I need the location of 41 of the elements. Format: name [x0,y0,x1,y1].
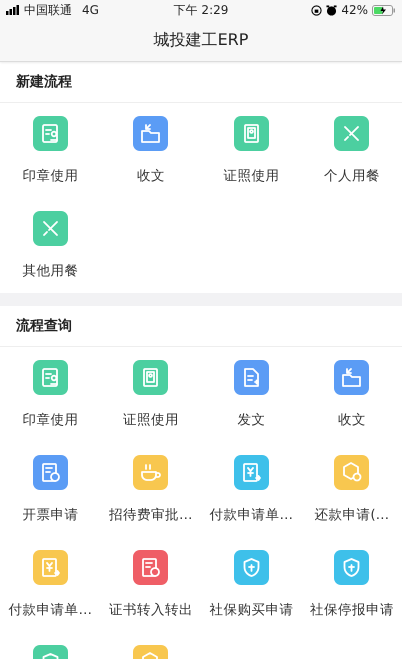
menu-label[interactable]: 发文 [237,411,266,429]
menu-label[interactable]: 收文 [136,167,165,185]
payment-document-icon[interactable] [32,550,68,585]
folder-icon[interactable] [133,116,168,151]
menu-label[interactable]: 招待费审批… [109,506,192,524]
app-title: 城投建工ERP [154,30,248,51]
seal-document-icon[interactable] [32,116,68,151]
carrier-name: 中国联通 [24,2,72,18]
network-type: 4G [82,3,99,17]
menu-label[interactable]: 付款申请单… [210,506,293,524]
document-icon[interactable] [234,360,269,395]
battery-icon [372,4,396,16]
menu-label[interactable]: 个人用餐 [324,167,380,185]
menu-label[interactable]: 社保停报申请 [310,601,394,619]
menu-label[interactable]: 证书转入转出 [108,601,193,619]
document-icon[interactable] [32,455,68,490]
menu-label[interactable]: 收文 [338,411,366,429]
menu-label[interactable]: 付款申请单… [8,601,92,619]
folder-icon[interactable] [334,360,370,395]
cup-icon[interactable] [133,455,168,490]
status-time: 下午 2:29 [174,2,228,18]
document-icon[interactable] [133,550,168,585]
menu-label[interactable]: 还款申请(… [314,506,390,524]
menu-label[interactable]: 社保购买申请 [209,601,294,619]
id-card-icon[interactable] [133,360,168,395]
menu-label[interactable]: 证照使用 [122,411,179,429]
section-title: 流程查询 [16,317,72,335]
signal-icon [6,5,20,15]
id-card-icon[interactable] [234,116,269,151]
shield-icon[interactable] [234,550,269,585]
shield-icon[interactable] [334,550,370,585]
section-title: 新建流程 [16,73,72,91]
menu-label[interactable]: 开票申请 [22,506,78,524]
menu-label[interactable]: 印章使用 [22,411,78,429]
menu-label[interactable]: 证照使用 [223,167,280,185]
menu-label[interactable]: 其他用餐 [22,262,78,280]
menu-label[interactable]: 印章使用 [22,167,78,185]
seal-document-icon[interactable] [32,360,68,395]
alarm-icon [326,4,338,16]
payment-document-icon[interactable] [234,455,269,490]
battery-percent: 42% [341,3,368,17]
